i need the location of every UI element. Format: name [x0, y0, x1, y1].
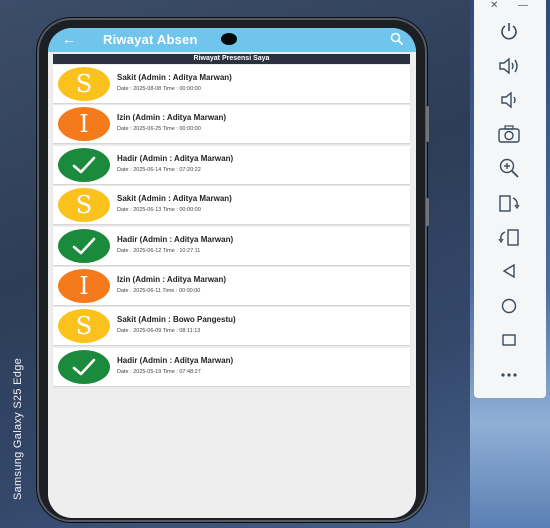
attendance-list: S Sakit (Admin : Aditya Marwan) Date : 202…: [53, 65, 410, 388]
sakit-badge-icon: S: [58, 188, 110, 223]
check-badge-icon: [58, 147, 110, 182]
item-title: Sakit (Admin : Bowo Pangestu): [117, 315, 236, 325]
badge-letter: S: [75, 191, 93, 220]
item-date-time: Date : 2025-06-25 Time : 00:00:00: [117, 126, 201, 133]
item-date-time: Date : 2025-06-13 Time : 00:00:00: [117, 207, 201, 214]
home-icon[interactable]: [496, 295, 522, 317]
list-item[interactable]: S Sakit (Admin : Bowo Pangestu) Date : 202…: [53, 307, 410, 346]
item-date-time: Date : 2025-06-14 Time : 07:20:22: [117, 166, 201, 173]
volume-button: [426, 106, 429, 142]
back-icon[interactable]: [496, 260, 522, 282]
overview-icon[interactable]: [496, 329, 522, 351]
page-title: Riwayat Absen: [103, 32, 198, 47]
close-icon[interactable]: ✕: [490, 0, 498, 11]
list-item[interactable]: S Sakit (Admin : Aditya Marwan) Date : 202…: [53, 65, 410, 103]
volume-down-icon[interactable]: [496, 89, 522, 111]
emulator-toolbar: ✕ —: [474, 0, 546, 398]
power-button: [426, 198, 429, 226]
list-item[interactable]: Hadir (Admin : Aditya Marwan) Date : 2025…: [53, 347, 410, 386]
list-item[interactable]: I Izin (Admin : Aditya Marwan) Date : 2025…: [53, 266, 410, 305]
volume-up-icon[interactable]: [496, 55, 522, 77]
sakit-badge-icon: S: [58, 67, 110, 101]
badge-letter: S: [75, 70, 93, 98]
badge-letter: I: [79, 110, 89, 139]
item-title: Izin (Admin : Aditya Marwan): [117, 113, 227, 123]
check-badge-icon: [58, 228, 110, 263]
search-icon[interactable]: [390, 32, 404, 46]
item-title: Sakit (Admin : Aditya Marwan): [117, 194, 232, 204]
item-title: Sakit (Admin : Aditya Marwan): [117, 73, 232, 82]
rotate-right-icon[interactable]: [496, 226, 522, 248]
list-item[interactable]: S Sakit (Admin : Aditya Marwan) Date : 202…: [53, 186, 410, 225]
sakit-badge-icon: S: [58, 309, 110, 344]
item-title: Hadir (Admin : Aditya Marwan): [117, 355, 234, 365]
item-date-time: Date : 2025-06-11 Time : 00:00:00: [117, 287, 201, 294]
device-label: Samsung Galaxy S25 Edge: [12, 357, 24, 500]
more-icon[interactable]: [496, 364, 522, 386]
item-date-time: Date : 2025-06-09 Time : 08:11:13: [117, 328, 201, 335]
list-item[interactable]: Hadir (Admin : Aditya Marwan) Date : 2025…: [53, 226, 410, 265]
izin-badge-icon: I: [58, 107, 110, 142]
power-icon[interactable]: [496, 20, 522, 42]
badge-letter: I: [79, 271, 89, 300]
list-item[interactable]: I Izin (Admin : Aditya Marwan) Date : 2025…: [53, 105, 410, 144]
list-item[interactable]: Hadir (Admin : Aditya Marwan) Date : 2025…: [53, 145, 410, 184]
camera-icon[interactable]: [496, 123, 522, 145]
izin-badge-icon: I: [58, 268, 110, 303]
section-header: Riwayat Presensi Saya: [53, 54, 410, 64]
item-date-time: Date : 2025-08-08 Time : 00:00:00: [117, 86, 201, 92]
item-title: Hadir (Admin : Aditya Marwan): [117, 234, 234, 244]
item-title: Hadir (Admin : Aditya Marwan): [117, 153, 234, 163]
item-date-time: Date : 2025-06-12 Time : 10:27:11: [117, 247, 201, 254]
phone-screen: ← Riwayat Absen Riwayat Presensi Saya SS…: [48, 28, 416, 518]
check-badge-icon: [58, 349, 110, 384]
front-camera: [221, 33, 237, 45]
window-controls: ✕ —: [474, 0, 546, 14]
item-date-time: Date : 2025-05-19 Time : 07:48:27: [117, 368, 201, 375]
badge-letter: S: [75, 312, 93, 341]
arrow-left-icon[interactable]: ←: [62, 31, 76, 47]
rotate-left-icon[interactable]: [496, 192, 522, 214]
minimize-icon[interactable]: —: [518, 0, 528, 11]
zoom-in-icon[interactable]: [496, 157, 522, 179]
item-title: Izin (Admin : Aditya Marwan): [117, 274, 227, 284]
